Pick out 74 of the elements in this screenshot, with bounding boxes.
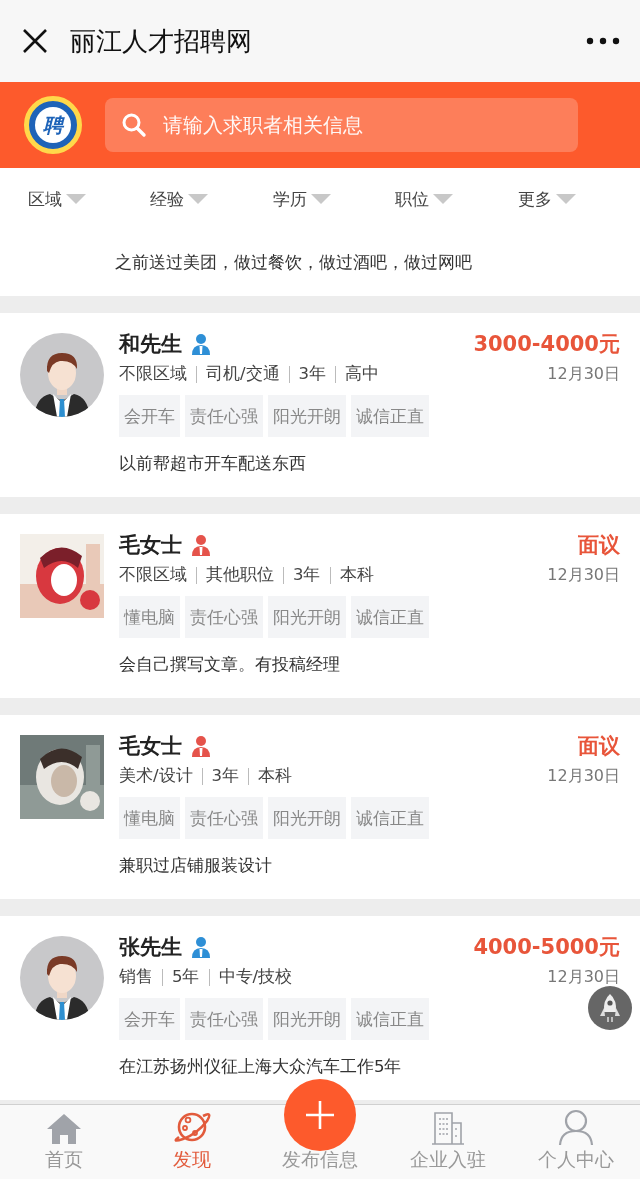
filter-dropdown[interactable]: 学历 xyxy=(272,187,396,211)
tag: 责任心强 xyxy=(185,395,263,437)
candidate-name: 和先生 xyxy=(119,331,182,358)
meta-text: 中专/技校 xyxy=(218,966,293,988)
tag: 诚信正直 xyxy=(351,596,429,638)
logo: 聘 xyxy=(24,96,82,154)
tag: 会开车 xyxy=(119,395,180,437)
tag: 阳光开朗 xyxy=(268,797,346,839)
tag: 阳光开朗 xyxy=(268,998,346,1040)
meta-text: 3年 xyxy=(293,564,321,586)
meta-text: 本科 xyxy=(258,765,293,787)
tab[interactable]: 发现 xyxy=(128,1105,256,1179)
date: 12月30日 xyxy=(547,363,620,385)
filter-dropdown[interactable]: 更多 xyxy=(517,187,640,211)
filter-dropdown[interactable]: 区域 xyxy=(28,187,151,211)
tag: 诚信正直 xyxy=(351,395,429,437)
male-icon xyxy=(192,333,210,355)
date: 12月30日 xyxy=(547,564,620,586)
tag: 责任心强 xyxy=(185,596,263,638)
meta-text: 不限区域 xyxy=(119,564,187,586)
salary: 3000-4000元 xyxy=(473,331,620,358)
search-icon xyxy=(121,112,147,138)
meta-text: 高中 xyxy=(345,363,380,385)
meta-text: 5年 xyxy=(172,966,200,988)
candidate-name: 毛女士 xyxy=(119,532,182,559)
candidate-name: 毛女士 xyxy=(119,733,182,760)
search-field[interactable]: 请输入求职者相关信息 xyxy=(105,98,578,152)
close-icon[interactable] xyxy=(22,28,48,54)
caret-icon xyxy=(555,194,576,204)
tag: 阳光开朗 xyxy=(268,395,346,437)
filter-dropdown[interactable]: 经验 xyxy=(150,187,273,211)
search-input[interactable]: 请输入求职者相关信息 xyxy=(161,112,578,138)
person-icon xyxy=(558,1109,594,1145)
meta-text: 本科 xyxy=(339,564,374,586)
tag: 会开车 xyxy=(119,998,180,1040)
description: 以前帮超市开车配送东西 xyxy=(119,453,307,475)
date: 12月30日 xyxy=(547,966,620,988)
meta-text: 司机/交通 xyxy=(206,363,280,385)
window-title: 丽江人才招聘网 xyxy=(70,24,253,58)
tag: 诚信正直 xyxy=(351,797,429,839)
tag: 阳光开朗 xyxy=(268,596,346,638)
date: 12月30日 xyxy=(547,765,620,787)
meta-text: 销售 xyxy=(119,966,153,988)
caret-icon xyxy=(433,194,454,204)
candidate-name: 张先生 xyxy=(119,934,182,961)
meta-text: 不限区域 xyxy=(119,363,187,385)
caret-icon xyxy=(66,194,86,204)
male-icon xyxy=(192,936,210,958)
rocket-button[interactable] xyxy=(588,986,632,1030)
meta-text: 其他职位 xyxy=(206,564,274,586)
meta-text: 3年 xyxy=(298,363,327,385)
add-button[interactable] xyxy=(284,1079,356,1151)
meta-text: 3年 xyxy=(211,765,240,787)
more-icon[interactable] xyxy=(586,37,620,45)
description: 会自己撰写文章。有投稿经理 xyxy=(119,654,341,676)
building-icon xyxy=(431,1111,465,1145)
description: 之前送过美团，做过餐饮，做过酒吧，做过网吧 xyxy=(115,252,473,274)
caret-icon xyxy=(188,194,209,204)
female-icon xyxy=(192,735,210,757)
description: 在江苏扬州仪征上海大众汽车工作5年 xyxy=(119,1056,403,1078)
tag: 懂电脑 xyxy=(119,797,180,839)
meta-text: 美术/设计 xyxy=(119,765,193,787)
description: 兼职过店铺服装设计 xyxy=(119,855,273,877)
tag: 诚信正直 xyxy=(351,998,429,1040)
tag: 懂电脑 xyxy=(119,596,180,638)
tag: 责任心强 xyxy=(185,797,263,839)
female-icon xyxy=(192,534,210,556)
tag: 责任心强 xyxy=(185,998,263,1040)
salary: 面议 xyxy=(578,532,620,559)
salary: 4000-5000元 xyxy=(473,934,620,961)
home-icon xyxy=(46,1113,82,1145)
caret-icon xyxy=(310,194,331,204)
filter-dropdown[interactable]: 职位 xyxy=(395,187,518,211)
salary: 面议 xyxy=(578,733,620,760)
